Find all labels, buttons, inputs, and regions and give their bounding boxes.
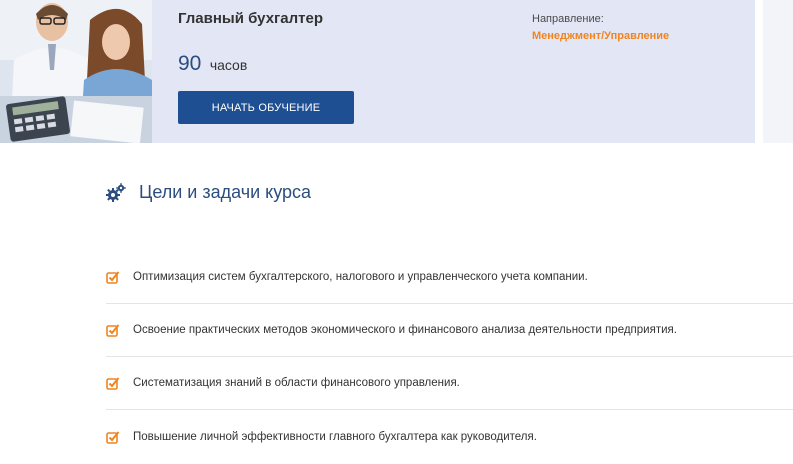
- goals-section-header: Цели и задачи курса: [106, 182, 311, 203]
- direction-label: Направление:: [532, 13, 604, 25]
- goal-text: Повышение личной эффективности главного …: [133, 430, 537, 443]
- goals-list: Оптимизация систем бухгалтерского, налог…: [106, 251, 793, 463]
- hours-unit: часов: [209, 57, 248, 73]
- goal-text: Оптимизация систем бухгалтерского, налог…: [133, 271, 588, 283]
- goals-section-title: Цели и задачи курса: [139, 182, 312, 202]
- gears-icon: [106, 182, 126, 203]
- checkbox-checked-icon: [106, 376, 120, 390]
- hours-number: 90: [178, 52, 202, 75]
- start-learning-button[interactable]: НАЧАТЬ ОБУЧЕНИЕ: [178, 91, 354, 124]
- list-item: Повышение личной эффективности главного …: [106, 410, 793, 463]
- list-item: Освоение практических методов экономичес…: [106, 304, 793, 357]
- course-hours: 90 часов: [178, 52, 247, 76]
- list-item: Систематизация знаний в области финансов…: [106, 357, 793, 410]
- checkbox-checked-icon: [106, 323, 120, 337]
- list-item: Оптимизация систем бухгалтерского, налог…: [106, 251, 793, 304]
- course-photo: [0, 0, 152, 143]
- checkbox-checked-icon: [106, 270, 120, 284]
- course-banner: Главный бухгалтер 90 часов НАЧАТЬ ОБУЧЕН…: [0, 0, 755, 143]
- direction-value[interactable]: Менеджмент/Управление: [532, 30, 669, 42]
- goal-text: Систематизация знаний в области финансов…: [133, 377, 460, 389]
- course-title: Главный бухгалтер: [178, 10, 324, 27]
- goal-text: Освоение практических методов экономичес…: [133, 324, 677, 336]
- checkbox-checked-icon: [106, 430, 120, 444]
- side-panel-edge: [763, 0, 793, 143]
